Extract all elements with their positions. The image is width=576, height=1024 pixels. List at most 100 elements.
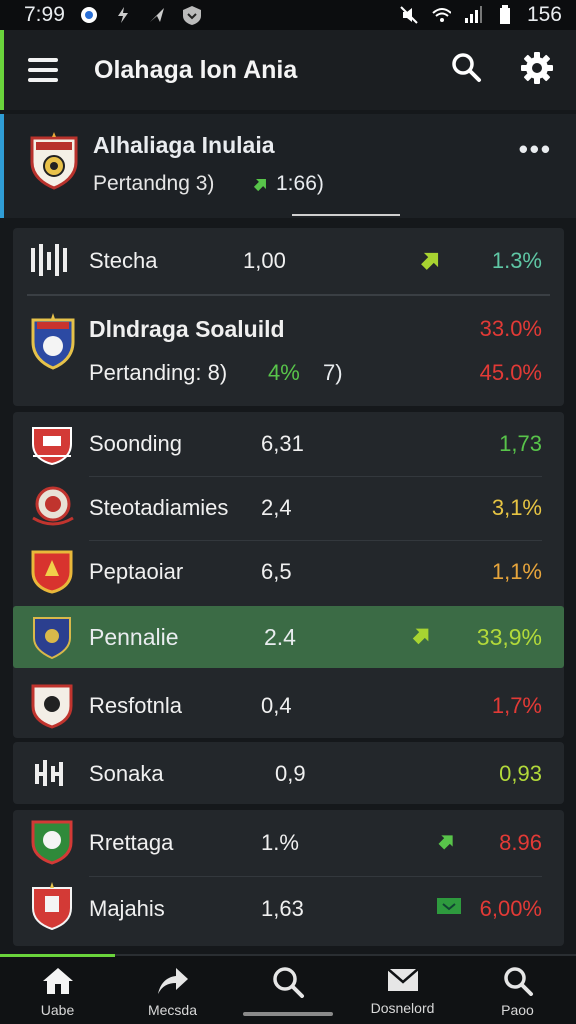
club-change: 3,1%: [491, 495, 542, 520]
club-logo-icon: [29, 422, 75, 471]
up-arrow-icon: [253, 179, 266, 192]
list-item[interactable]: Steotadiamies 2,4 3,1%: [13, 476, 564, 540]
club-value: 6,31: [261, 431, 304, 456]
club-name: Dlndraga Soaluild: [89, 316, 285, 342]
up-arrow-icon: [419, 248, 443, 277]
club-list-card: Rrettaga 1.% 8.96 Majahis 1,63 6,00%: [13, 810, 564, 946]
club-logo-icon: [29, 242, 73, 283]
club-name: Peptaoiar: [89, 559, 184, 584]
club-name: Alhaliaga Inulaia: [93, 132, 275, 158]
club-card: Sonaka 0,9 0,93: [13, 742, 564, 804]
club-change-2: 45.0%: [479, 360, 542, 385]
club-value: 1.%: [261, 830, 299, 855]
bolt-icon: [113, 5, 133, 25]
club-subtitle: Pertandng 3): [93, 172, 215, 195]
list-item[interactable]: Peptaoiar 6,5 1,1%: [13, 540, 564, 604]
up-arrow-icon: [411, 624, 433, 651]
status-time: 7:99: [24, 3, 65, 26]
club-name: Soonding: [89, 431, 182, 456]
club-change: 1,7%: [491, 693, 542, 718]
club-change: 1,73: [499, 431, 542, 456]
nav-home[interactable]: Uabe: [0, 954, 115, 1024]
list-item[interactable]: Majahis 1,63 6,00%: [13, 876, 564, 942]
club-name: Steotadiamies: [89, 495, 229, 520]
nav-search-2[interactable]: Paoo: [460, 956, 575, 1024]
club-logo-icon: [29, 484, 77, 535]
club-change: 0,93: [499, 761, 542, 786]
club-name: Majahis: [89, 896, 165, 921]
signal-icon: [463, 5, 483, 25]
nav-share[interactable]: Mecsda: [115, 956, 230, 1024]
club-value: 1,00: [243, 248, 286, 273]
search-icon: [503, 967, 533, 996]
shield-icon: [181, 5, 201, 25]
club-value: 2,4: [261, 495, 292, 520]
club-logo-icon: [29, 546, 75, 599]
send-icon: [147, 5, 167, 25]
club-logo-icon: [31, 614, 73, 665]
club-change: 8.96: [499, 830, 542, 855]
club-value: 1,63: [261, 896, 304, 921]
battery-icon: [495, 5, 515, 25]
nav-label: Dosnelord: [370, 1000, 435, 1016]
share-icon: [157, 968, 188, 994]
nav-label: Mecsda: [147, 1002, 198, 1018]
featured-club[interactable]: Alhaliaga Inulaia Pertandng 3) 1:66) •••: [0, 114, 576, 218]
nav-label: Paoo: [501, 1002, 534, 1018]
tab-indicator: [292, 214, 400, 216]
list-item[interactable]: Rrettaga 1.% 8.96: [13, 810, 564, 876]
list-item[interactable]: Sonaka 0,9 0,93: [13, 742, 564, 804]
list-item-selected[interactable]: Pennalie 2.4 33,9%: [13, 606, 564, 668]
club-card: Stecha 1,00 1.3% Dlndraga Soaluild Perta…: [13, 228, 564, 406]
club-logo-icon: [29, 818, 75, 871]
status-bar: 7:99 156: [0, 0, 576, 30]
wifi-icon: [431, 5, 451, 25]
search-icon: [272, 967, 304, 998]
club-value: 2.4: [264, 624, 296, 650]
app-bar: Olahaga lon Ania: [0, 30, 576, 110]
home-indicator[interactable]: [243, 1012, 333, 1016]
trend-badge-icon: [437, 896, 461, 921]
club-logo-icon: [29, 312, 77, 375]
club-pct: 4%: [268, 360, 300, 385]
club-subtitle: Pertanding: 8): [89, 360, 228, 385]
club-name: Stecha: [89, 248, 158, 273]
club-logo-icon: [29, 882, 75, 937]
up-arrow-icon: [437, 831, 457, 856]
club-stat: 1:66): [252, 172, 324, 196]
menu-icon[interactable]: [28, 58, 68, 82]
club-change: 6,00%: [479, 896, 542, 921]
club-name: Sonaka: [89, 761, 164, 786]
club-value: 0,9: [275, 761, 306, 786]
mute-icon: [399, 5, 419, 25]
list-item[interactable]: Soonding 6,31 1,73: [13, 412, 564, 476]
club-logo-icon: [33, 756, 73, 795]
battery-level: 156: [526, 3, 562, 26]
nav-label: Uabe: [40, 1002, 75, 1018]
vpn-icon: [79, 5, 99, 25]
page-title: Olahaga lon Ania: [94, 55, 298, 84]
club-name: Rrettaga: [89, 830, 174, 855]
more-options-icon[interactable]: •••: [519, 134, 552, 165]
nav-active-indicator: [0, 954, 115, 957]
club-stat-value: 1:66): [276, 172, 324, 195]
club-crest-icon: [28, 132, 80, 195]
club-change: 1,1%: [491, 559, 542, 584]
club-value: 6,5: [261, 559, 292, 584]
club-count: 7): [323, 360, 343, 385]
club-list-card: Soonding 6,31 1,73 Steotadiamies 2,4 3,1…: [13, 412, 564, 738]
gear-icon[interactable]: [520, 51, 554, 90]
mail-icon: [386, 968, 419, 991]
list-item[interactable]: Stecha 1,00 1.3%: [13, 228, 564, 292]
nav-mail[interactable]: Dosnelord: [345, 956, 460, 1024]
club-logo-icon: [29, 682, 75, 735]
list-item[interactable]: Dlndraga Soaluild Pertanding: 8) 4% 7) 3…: [13, 298, 564, 406]
club-change: 1.3%: [491, 248, 542, 273]
club-name: Resfotnla: [89, 693, 182, 718]
search-icon[interactable]: [450, 51, 482, 90]
club-change: 33.0%: [479, 316, 542, 341]
club-name: Pennalie: [89, 624, 179, 650]
club-value: 0,4: [261, 693, 292, 718]
list-item[interactable]: Resfotnla 0,4 1,7%: [13, 674, 564, 738]
home-icon: [42, 968, 73, 994]
